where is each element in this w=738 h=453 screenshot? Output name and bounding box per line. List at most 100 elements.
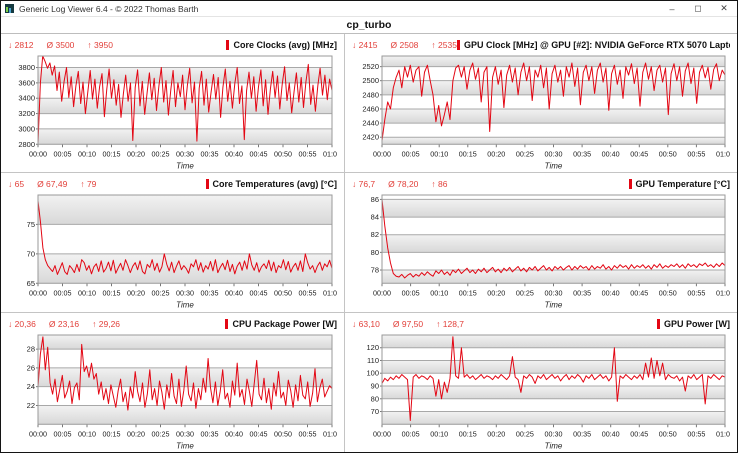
svg-text:00:45: 00:45 bbox=[249, 149, 267, 158]
stat-max: ↑ 2535 bbox=[431, 40, 457, 50]
svg-text:01:00: 01:00 bbox=[323, 289, 337, 298]
svg-text:Time: Time bbox=[545, 441, 563, 450]
minimize-button[interactable]: – bbox=[659, 1, 685, 16]
stat-max: ↑ 29,26 bbox=[92, 319, 120, 329]
svg-text:00:45: 00:45 bbox=[249, 289, 267, 298]
svg-text:00:15: 00:15 bbox=[102, 289, 120, 298]
svg-text:00:30: 00:30 bbox=[545, 429, 563, 438]
svg-text:84: 84 bbox=[371, 213, 379, 222]
svg-text:00:20: 00:20 bbox=[487, 429, 505, 438]
app-window: Generic Log Viewer 6.4 - © 2022 Thomas B… bbox=[0, 0, 738, 453]
svg-text:86: 86 bbox=[371, 195, 379, 204]
svg-text:00:25: 00:25 bbox=[152, 429, 170, 438]
svg-text:00:45: 00:45 bbox=[630, 289, 648, 298]
svg-text:2520: 2520 bbox=[362, 62, 379, 71]
svg-text:00:20: 00:20 bbox=[487, 289, 505, 298]
svg-text:2480: 2480 bbox=[362, 90, 379, 99]
svg-text:00:10: 00:10 bbox=[430, 289, 448, 298]
stat-avg: Ø 23,16 bbox=[49, 319, 79, 329]
gpu-clock-chart[interactable]: 24202440246024802500252000:0000:0500:100… bbox=[352, 53, 730, 171]
svg-text:00:55: 00:55 bbox=[687, 429, 705, 438]
tab-strip: cp_turbo bbox=[1, 17, 737, 34]
svg-text:00:10: 00:10 bbox=[430, 429, 448, 438]
svg-text:00:55: 00:55 bbox=[298, 149, 316, 158]
svg-text:00:00: 00:00 bbox=[29, 149, 47, 158]
svg-text:00:10: 00:10 bbox=[78, 289, 96, 298]
svg-text:00:10: 00:10 bbox=[78, 149, 96, 158]
chart-panel-gpu-temperature: ↓ 76,7 Ø 78,20 ↑ 86 GPU Temperature [°C]… bbox=[345, 173, 737, 312]
svg-text:28: 28 bbox=[27, 344, 35, 353]
svg-text:00:35: 00:35 bbox=[201, 429, 219, 438]
svg-text:00:40: 00:40 bbox=[225, 429, 243, 438]
core-clocks-stats: ↓ 2812 Ø 3500 ↑ 3950 bbox=[8, 40, 113, 50]
svg-text:00:15: 00:15 bbox=[459, 429, 477, 438]
stat-max: ↑ 3950 bbox=[87, 40, 113, 50]
window-controls: – ◻ ✕ bbox=[659, 1, 737, 16]
stat-min: ↓ 63,10 bbox=[352, 319, 380, 329]
chart-panel-core-temperatures: ↓ 65 Ø 67,49 ↑ 79 Core Temperatures (avg… bbox=[1, 173, 345, 312]
svg-text:110: 110 bbox=[367, 356, 379, 365]
core-clocks-chart[interactable]: 28003000320034003600380000:0000:0500:100… bbox=[8, 53, 337, 171]
chart-panel-cpu-package-power: ↓ 20,36 Ø 23,16 ↑ 29,26 CPU Package Powe… bbox=[1, 313, 345, 452]
gpu-power-title: GPU Power [W] bbox=[657, 319, 730, 329]
close-button[interactable]: ✕ bbox=[711, 1, 737, 16]
svg-text:65: 65 bbox=[27, 279, 35, 288]
svg-text:3600: 3600 bbox=[18, 78, 35, 87]
legend-color-bar-icon bbox=[657, 319, 660, 329]
svg-text:01:00: 01:00 bbox=[716, 149, 730, 158]
stat-min: ↓ 20,36 bbox=[8, 319, 36, 329]
legend-color-bar-icon bbox=[457, 40, 460, 50]
svg-text:00:40: 00:40 bbox=[225, 149, 243, 158]
legend-color-bar-icon bbox=[629, 179, 632, 189]
svg-text:00:50: 00:50 bbox=[659, 289, 677, 298]
gpu-temperature-chart[interactable]: 788082848600:0000:0500:1000:1500:2000:25… bbox=[352, 192, 730, 310]
core-clocks-title: Core Clocks (avg) [MHz] bbox=[226, 40, 337, 50]
window-title: Generic Log Viewer 6.4 - © 2022 Thomas B… bbox=[19, 4, 659, 14]
svg-text:2800: 2800 bbox=[18, 140, 35, 149]
svg-text:2460: 2460 bbox=[362, 104, 379, 113]
svg-text:00:05: 00:05 bbox=[53, 289, 71, 298]
gpu-power-chart[interactable]: 70809010011012000:0000:0500:1000:1500:20… bbox=[352, 332, 730, 451]
app-icon bbox=[5, 4, 14, 13]
svg-text:00:15: 00:15 bbox=[102, 149, 120, 158]
svg-text:00:30: 00:30 bbox=[176, 289, 194, 298]
svg-text:00:00: 00:00 bbox=[373, 149, 391, 158]
legend-color-bar-icon bbox=[206, 179, 209, 189]
svg-text:00:30: 00:30 bbox=[544, 289, 562, 298]
chart-panel-gpu-clock: ↓ 2415 Ø 2508 ↑ 2535 GPU Clock [MHz] @ G… bbox=[345, 34, 737, 173]
gpu-power-stats: ↓ 63,10 Ø 97,50 ↑ 128,7 bbox=[352, 319, 464, 329]
cpu-package-power-chart[interactable]: 2224262800:0000:0500:1000:1500:2000:2500… bbox=[8, 332, 337, 451]
svg-text:00:30: 00:30 bbox=[544, 149, 562, 158]
svg-text:01:00: 01:00 bbox=[716, 289, 730, 298]
svg-text:00:50: 00:50 bbox=[274, 429, 292, 438]
svg-text:70: 70 bbox=[27, 250, 35, 259]
svg-text:00:10: 00:10 bbox=[78, 429, 96, 438]
svg-text:26: 26 bbox=[27, 363, 35, 372]
stat-avg: Ø 97,50 bbox=[393, 319, 423, 329]
svg-text:01:00: 01:00 bbox=[716, 429, 730, 438]
svg-text:01:00: 01:00 bbox=[323, 149, 337, 158]
svg-text:00:00: 00:00 bbox=[373, 289, 391, 298]
svg-text:80: 80 bbox=[371, 248, 379, 257]
stat-avg: Ø 2508 bbox=[391, 40, 419, 50]
core-temperatures-chart[interactable]: 65707500:0000:0500:1000:1500:2000:2500:3… bbox=[8, 192, 337, 310]
svg-text:2420: 2420 bbox=[362, 133, 379, 142]
svg-text:2500: 2500 bbox=[362, 76, 379, 85]
svg-text:00:05: 00:05 bbox=[402, 289, 420, 298]
svg-text:2440: 2440 bbox=[362, 119, 379, 128]
svg-text:00:15: 00:15 bbox=[459, 289, 477, 298]
stat-avg: Ø 3500 bbox=[47, 40, 75, 50]
svg-text:01:00: 01:00 bbox=[323, 429, 337, 438]
svg-text:00:15: 00:15 bbox=[459, 149, 477, 158]
tab-cp-turbo[interactable]: cp_turbo bbox=[337, 19, 402, 31]
svg-text:90: 90 bbox=[371, 381, 379, 390]
stat-min: ↓ 2415 bbox=[352, 40, 378, 50]
svg-text:00:55: 00:55 bbox=[687, 149, 705, 158]
svg-text:70: 70 bbox=[371, 407, 379, 416]
svg-text:75: 75 bbox=[27, 220, 35, 229]
maximize-button[interactable]: ◻ bbox=[685, 1, 711, 16]
svg-text:82: 82 bbox=[371, 231, 379, 240]
svg-text:00:10: 00:10 bbox=[430, 149, 448, 158]
svg-text:3400: 3400 bbox=[18, 94, 35, 103]
svg-text:00:20: 00:20 bbox=[127, 429, 145, 438]
